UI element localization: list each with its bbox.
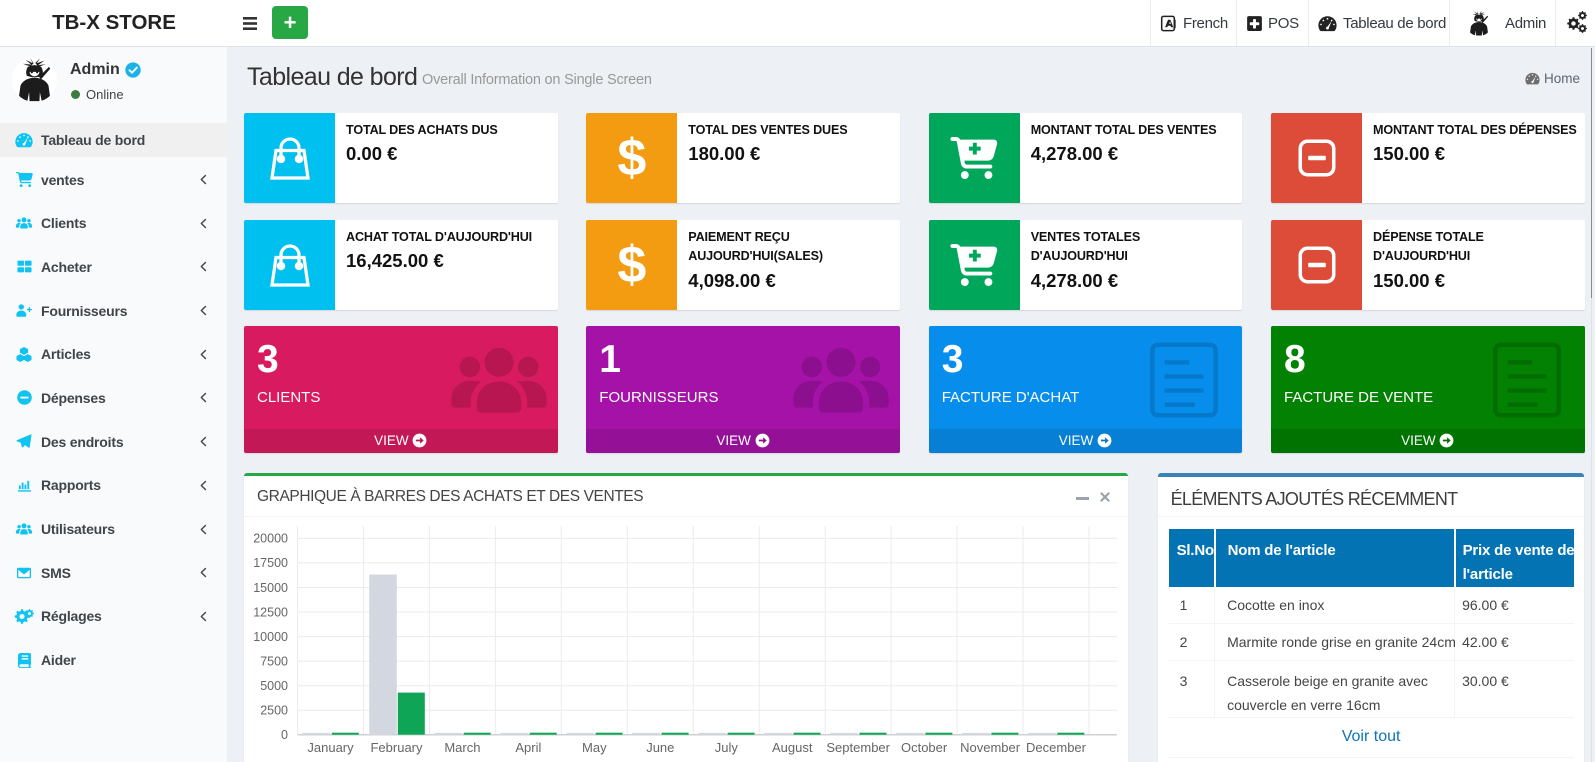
svg-text:May: May	[582, 740, 607, 755]
svg-text:12500: 12500	[253, 606, 288, 620]
svg-text:10000: 10000	[253, 630, 288, 644]
svg-text:December: December	[1026, 740, 1087, 755]
svg-text:October: October	[901, 740, 948, 755]
svg-text:April: April	[515, 740, 541, 755]
svg-text:July: July	[715, 740, 739, 755]
svg-text:January: January	[307, 740, 354, 755]
svg-text:20000: 20000	[253, 532, 288, 546]
svg-text:2500: 2500	[260, 704, 288, 718]
svg-text:15000: 15000	[253, 581, 288, 595]
svg-text:5000: 5000	[260, 679, 288, 693]
svg-text:0: 0	[281, 728, 288, 742]
svg-text:7500: 7500	[260, 655, 288, 669]
svg-text:February: February	[370, 740, 423, 755]
svg-text:November: November	[960, 740, 1021, 755]
svg-text:August: August	[772, 740, 813, 755]
svg-text:September: September	[826, 740, 890, 755]
svg-text:June: June	[646, 740, 674, 755]
svg-text:March: March	[444, 740, 480, 755]
svg-text:17500: 17500	[253, 556, 288, 570]
